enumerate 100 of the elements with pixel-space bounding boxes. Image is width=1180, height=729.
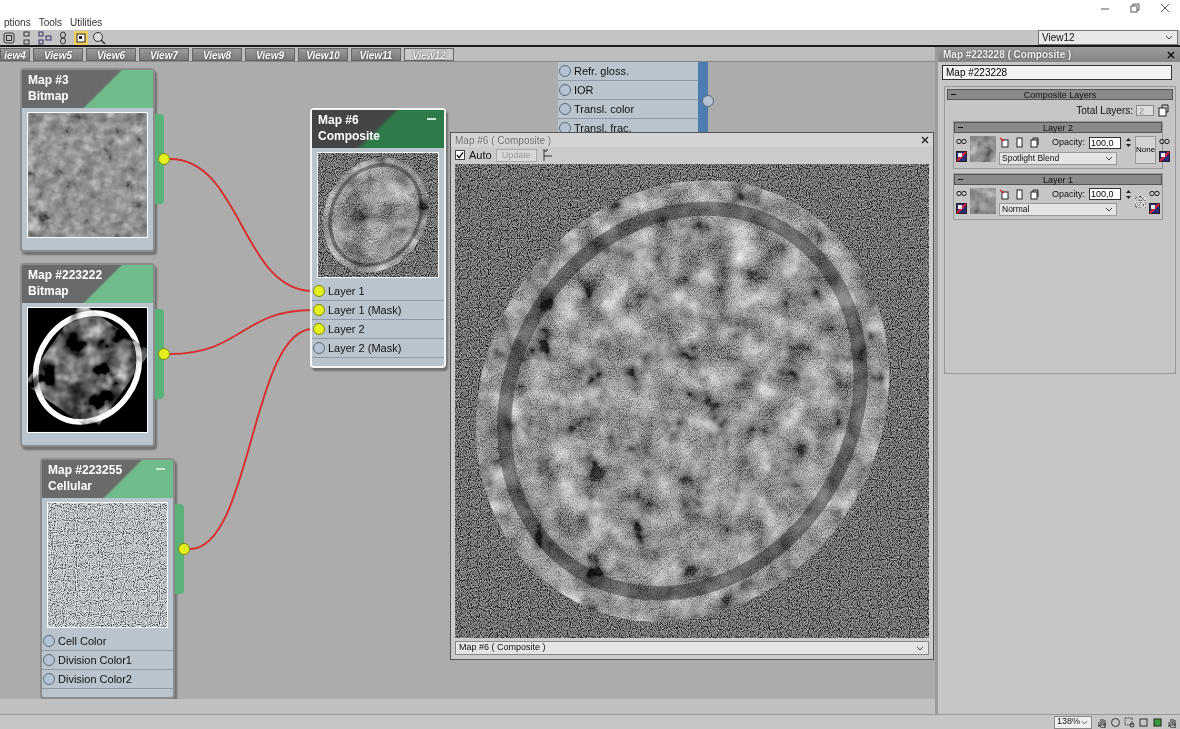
input-port[interactable]: [43, 635, 55, 647]
node-title: Map #3: [28, 72, 69, 88]
node-title: Map #6: [318, 112, 359, 128]
filled-square-icon[interactable]: [1152, 716, 1163, 728]
caret-icon: [1104, 205, 1114, 214]
input-label: Transl. frac.: [574, 122, 632, 134]
rollout-header[interactable]: Composite Layers: [947, 89, 1173, 100]
auto-checkbox[interactable]: [455, 150, 465, 160]
blend-mode-dropdown[interactable]: Normal: [999, 203, 1117, 216]
opacity-label: Opacity:: [1052, 136, 1085, 149]
view-tab[interactable]: View6: [86, 48, 136, 61]
input-port[interactable]: [43, 654, 55, 666]
square-icon[interactable]: [1138, 716, 1149, 728]
name-field[interactable]: Map #223228: [942, 65, 1172, 80]
input-port[interactable]: [313, 323, 325, 335]
node-type: Bitmap: [28, 88, 69, 104]
node-card[interactable]: Map #223255 Cellular Cell Color Division Color1 Division Color2: [40, 458, 175, 699]
input-label: Cell Color: [58, 635, 107, 647]
view-tab[interactable]: View12: [404, 48, 454, 61]
input-label: Layer 1: [328, 285, 365, 297]
view-tab[interactable]: View8: [192, 48, 242, 61]
square-target-icon[interactable]: [2, 30, 16, 45]
spinner-icon[interactable]: [1125, 188, 1132, 200]
opacity-field[interactable]: 100,0: [1089, 188, 1121, 201]
node-type: Cellular: [48, 478, 92, 494]
mask-visibility-icon[interactable]: [1159, 136, 1171, 147]
mask-button[interactable]: None: [1135, 136, 1157, 164]
menu-item[interactable]: Tools: [34, 15, 67, 30]
hand-icon[interactable]: [1096, 716, 1107, 728]
zoom-dropdown[interactable]: 138%: [1054, 715, 1092, 729]
node-card[interactable]: Map #3 Bitmap: [20, 68, 155, 252]
rollout-title: Composite Layers: [1023, 90, 1097, 100]
view-tab[interactable]: View9: [245, 48, 295, 61]
rename-icon[interactable]: [1014, 188, 1025, 200]
mask-color-correct-icon[interactable]: [1149, 202, 1160, 214]
mask-color-correct-icon[interactable]: [1159, 151, 1171, 162]
layer-texture-thumbnail: [970, 187, 996, 214]
input-port[interactable]: [559, 84, 571, 96]
input-label: Division Color2: [58, 673, 132, 685]
material-toggle-icon[interactable]: [74, 30, 88, 45]
duplicate-icon[interactable]: [1029, 137, 1040, 149]
circle-icon[interactable]: [1110, 716, 1121, 728]
blend-mode-dropdown[interactable]: Spotlight Blend: [999, 151, 1117, 165]
layer-title: Layer 2: [1043, 123, 1073, 133]
caret-icon: [1164, 33, 1174, 42]
node-card[interactable]: Map #223222 Bitmap: [20, 263, 155, 447]
layer-header[interactable]: Layer 2: [954, 122, 1162, 133]
check-icon: [456, 151, 464, 159]
input-port[interactable]: [313, 285, 325, 297]
node-type: Bitmap: [28, 283, 69, 299]
color-correct-icon[interactable]: [956, 202, 967, 214]
preview-dropdown[interactable]: Map #6 ( Composite ): [455, 641, 929, 655]
input-port[interactable]: [313, 304, 325, 316]
spinner-icon[interactable]: [1125, 137, 1132, 149]
delete-layer-icon[interactable]: [999, 137, 1010, 149]
opacity-label: Opacity:: [1052, 187, 1085, 201]
close-icon[interactable]: [1167, 50, 1175, 59]
input-label: Layer 2: [328, 323, 365, 335]
panel-title: Map #223228 ( Composite ): [943, 48, 1072, 62]
add-layer-icon[interactable]: [1157, 104, 1169, 117]
input-label: Refr. gloss.: [574, 65, 630, 77]
input-label: Division Color1: [58, 654, 132, 666]
input-label: Layer 2 (Mask): [328, 342, 402, 354]
node-card[interactable]: Map #6 Composite Layer 1 Layer 1 (Mask) Layer 2 Layer 2 (Mask): [310, 108, 446, 368]
input-port[interactable]: [43, 673, 55, 685]
zoom-region-icon[interactable]: [1124, 716, 1135, 728]
input-label: Layer 1 (Mask): [328, 304, 402, 316]
input-port[interactable]: [559, 65, 571, 77]
duplicate-icon[interactable]: [1029, 188, 1040, 200]
pan-icon[interactable]: [1166, 716, 1177, 728]
view-tab[interactable]: View10: [298, 48, 348, 61]
minus-icon[interactable]: [958, 178, 963, 180]
input-label: IOR: [574, 84, 594, 96]
node-type: Composite: [318, 128, 380, 144]
view-tab[interactable]: iew4: [0, 48, 30, 61]
rename-icon[interactable]: [1014, 137, 1025, 149]
input-port[interactable]: [559, 103, 571, 115]
menu-item[interactable]: Utilities: [66, 15, 107, 30]
view-tab[interactable]: View11: [351, 48, 401, 61]
input-label: Transl. color: [574, 103, 635, 115]
auto-label: Auto: [469, 147, 492, 163]
layer-title: Layer 1: [1043, 174, 1073, 185]
restore-icon[interactable]: [1128, 0, 1142, 15]
sphere-search-icon[interactable]: [92, 30, 106, 45]
total-layers-label: Total Layers:: [1076, 104, 1133, 118]
close-icon[interactable]: [921, 136, 929, 144]
input-port[interactable]: [313, 342, 325, 354]
menu-item[interactable]: ptions: [0, 15, 35, 30]
visibility-icon[interactable]: [956, 136, 967, 147]
node-tree-icon[interactable]: [38, 30, 52, 45]
node-title: Map #223222: [28, 267, 103, 283]
opacity-field[interactable]: 100,0: [1089, 136, 1121, 149]
view-dropdown[interactable]: View12: [1038, 30, 1178, 45]
node-title: Map #223255: [48, 462, 123, 478]
preview-title: Map #6 ( Composite ): [455, 133, 552, 148]
view-tab[interactable]: View7: [139, 48, 189, 61]
view-tab[interactable]: View5: [33, 48, 83, 61]
layer-header[interactable]: Layer 1: [954, 173, 1162, 185]
delete-layer-icon[interactable]: [999, 188, 1010, 200]
color-correct-icon[interactable]: [956, 151, 967, 162]
